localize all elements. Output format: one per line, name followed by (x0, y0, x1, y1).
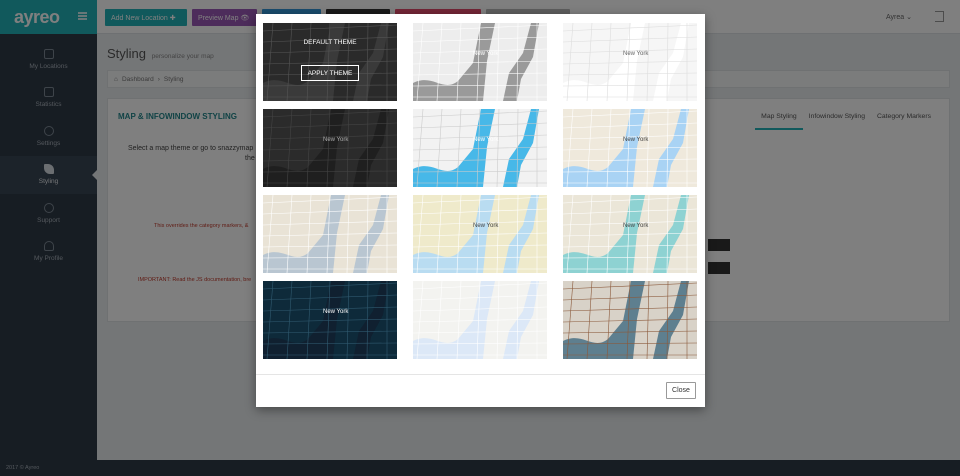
theme-thumbnail[interactable]: New York (263, 281, 397, 359)
theme-thumbnail[interactable]: New York (563, 195, 697, 273)
map-label: New York (323, 137, 349, 143)
theme-thumbnail[interactable] (263, 195, 397, 273)
apply-theme-button[interactable]: APPLY THEME (301, 65, 359, 81)
modal-divider (256, 374, 705, 375)
map-label: New York (623, 51, 649, 57)
theme-thumbnail[interactable]: New York (563, 23, 697, 101)
theme-thumbnail[interactable]: New York (413, 23, 547, 101)
default-theme-caption: DEFAULT THEME (303, 39, 357, 46)
map-label: New York (473, 223, 499, 229)
theme-thumbnail[interactable] (413, 281, 547, 359)
map-label: New York (323, 309, 349, 315)
theme-thumbnail[interactable]: DEFAULT THEME APPLY THEME (263, 23, 397, 101)
theme-modal: DEFAULT THEME APPLY THEME New York New Y… (256, 14, 705, 407)
map-label: New York (623, 223, 649, 229)
close-button[interactable]: Close (666, 382, 696, 399)
theme-thumbnail[interactable] (563, 281, 697, 359)
theme-thumbnail[interactable]: New York (263, 109, 397, 187)
theme-thumbnail[interactable]: New York (413, 109, 547, 187)
theme-thumbnail[interactable]: New York (413, 195, 547, 273)
map-label: New York (473, 137, 499, 143)
map-label: New York (623, 137, 649, 143)
theme-thumbnail[interactable]: New York (563, 109, 697, 187)
map-label: New York (473, 51, 499, 57)
